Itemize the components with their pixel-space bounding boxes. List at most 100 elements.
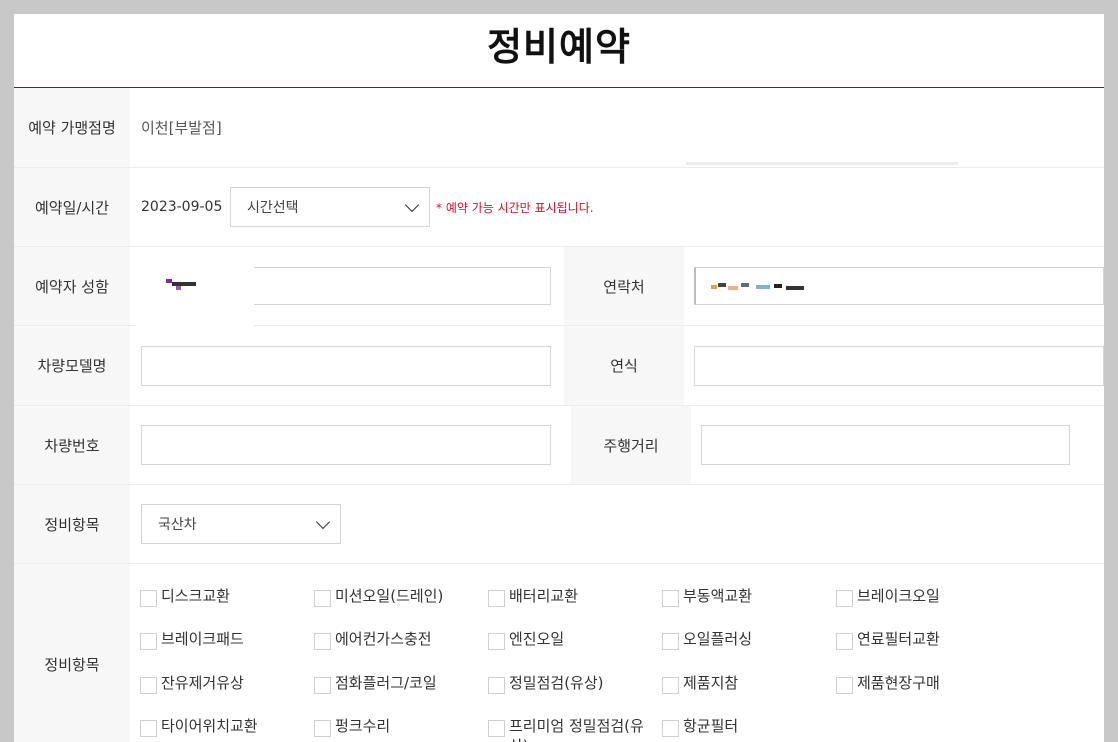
mileage-label: 주행거리 [571,406,691,484]
service-item-label: 배터리교환 [509,587,579,605]
car-number-row: 차량번호 주행거리 [14,406,1104,485]
service-item-label: 제품지참 [683,673,739,692]
checkbox-icon[interactable] [314,590,331,607]
service-type-row: 정비항목 국산차 [14,485,1104,564]
service-item-label: 프리미엄 정밀점검(유상) [509,716,644,742]
service-item-checkbox[interactable]: 제품지참 [662,673,836,702]
blur-pixel [756,285,770,289]
service-item-checkbox[interactable]: 프리미엄 정밀점검(유상) [488,716,662,742]
service-item-label: 정밀점검(유상) [509,673,604,692]
blur-pixel [728,286,738,290]
checkbox-icon[interactable] [140,633,157,651]
blur-pixel [711,285,717,289]
branch-label: 예약 가맹점명 [14,88,130,167]
checkbox-icon[interactable] [836,590,853,607]
checkbox-icon[interactable] [140,590,157,607]
time-select[interactable]: 시간선택 [230,187,430,227]
contact-input[interactable] [694,267,1104,305]
service-item-checkbox[interactable]: 에어컨가스충전 [314,629,488,658]
service-item-checkbox[interactable]: 펑크수리 [314,716,488,742]
service-item-checkbox[interactable]: 제품현장구매 [836,673,1010,702]
car-model-label: 차량모델명 [14,326,130,405]
checkbox-icon[interactable] [488,676,505,694]
service-item-label: 타이어위치교환 [161,716,258,735]
service-item-checkbox[interactable]: 브레이크패드 [140,629,314,658]
year-label: 연식 [564,326,684,405]
checkbox-icon[interactable] [314,719,331,737]
service-item-checkbox[interactable]: 타이어위치교환 [140,716,314,742]
checkbox-icon[interactable] [314,676,331,694]
service-type-label: 정비항목 [14,485,130,563]
name-label: 예약자 성함 [14,247,130,325]
service-item-checkbox[interactable]: 엔진오일 [488,629,662,658]
service-item-label: 오일플러싱 [683,630,753,649]
service-item-label: 잔유제거유상 [161,673,244,692]
blur-pixel [786,286,804,290]
mileage-input[interactable] [701,425,1070,465]
name-mask [136,266,254,326]
service-item-checkbox[interactable]: 항균필터 [662,716,836,742]
service-item-checkbox[interactable]: 배터리교환 [488,586,662,615]
service-item-checkbox[interactable]: 디스크교환 [140,586,314,615]
service-item-checkbox[interactable]: 오일플러싱 [662,629,836,658]
checkbox-icon[interactable] [488,590,505,607]
service-items-label: 정비항목 [14,564,130,742]
car-model-row: 차량모델명 연식 [14,326,1104,406]
reservation-panel: 정비예약 예약 가맹점명 이천[부발점] 예약일/시간 2023-09-05 시… [14,14,1104,742]
blur-pixel [774,284,782,288]
service-item-label: 브레이크오일 [857,587,940,605]
datetime-label: 예약일/시간 [14,168,130,246]
service-item-checkbox[interactable]: 정밀점검(유상) [488,673,662,702]
checkbox-icon[interactable] [488,719,505,737]
checkbox-icon[interactable] [662,676,679,694]
service-item-label: 에어컨가스충전 [335,630,432,649]
checkbox-icon[interactable] [488,633,505,651]
branch-value: 이천[부발점] [141,119,222,137]
page-title: 정비예약 [487,25,631,69]
service-item-checkbox[interactable]: 미션오일(드레인) [314,586,488,615]
service-item-label: 부동액교환 [683,587,753,605]
datetime-row: 예약일/시간 2023-09-05 시간선택 * 예약 가능 시간만 표시됩니다… [14,168,1104,247]
time-select-value: 시간선택 [247,200,299,216]
checkbox-icon[interactable] [140,676,157,694]
checkbox-icon[interactable] [836,676,853,694]
car-model-input[interactable] [141,345,551,386]
service-item-checkbox[interactable]: 브레이크오일 [836,586,1010,615]
car-number-input[interactable] [141,425,551,465]
checkbox-icon[interactable] [662,633,679,651]
name-input[interactable] [136,266,551,326]
service-item-label: 점화플러그/코일 [335,673,437,692]
service-item-checkbox[interactable]: 점화플러그/코일 [314,673,488,702]
service-item-label: 미션오일(드레인) [335,587,444,605]
blur-pixel [718,283,726,287]
reservation-date: 2023-09-05 [141,199,223,215]
time-note: * 예약 가능 시간만 표시됩니다. [436,200,594,215]
name-contact-row: 예약자 성함 연락처 [14,247,1104,326]
service-item-checkbox[interactable]: 잔유제거유상 [140,673,314,702]
chevron-down-icon [315,514,331,529]
checkbox-icon[interactable] [662,719,679,737]
title-bar: 정비예약 [14,14,1104,88]
chevron-down-icon [404,197,420,212]
service-item-label: 제품현장구매 [857,673,940,692]
service-item-label: 펑크수리 [335,716,391,735]
service-item-checkbox[interactable]: 부동액교환 [662,586,836,615]
service-item-label: 연료필터교환 [857,630,940,649]
checkbox-icon[interactable] [314,633,331,651]
blur-pixel [176,286,181,290]
checkbox-icon[interactable] [140,719,157,737]
year-input[interactable] [694,345,1104,386]
contact-label: 연락처 [564,247,684,325]
checkbox-icon[interactable] [836,633,853,651]
service-item-label: 항균필터 [683,716,739,735]
service-item-label: 엔진오일 [509,630,565,649]
service-items-row: 정비항목 디스크교환 미션오일(드레인) 배터리교환 부동액교환 브레이크오일브레이크패… [14,564,1104,742]
service-type-value: 국산차 [158,517,197,533]
service-items-list: 디스크교환 미션오일(드레인) 배터리교환 부동액교환 브레이크오일브레이크패드 에어컨가… [130,564,1010,742]
car-number-label: 차량번호 [14,406,130,484]
service-item-label: 브레이크패드 [161,630,244,649]
service-type-select[interactable]: 국산차 [141,504,341,544]
checkbox-icon[interactable] [662,590,679,607]
blur-pixel [741,283,749,287]
service-item-checkbox[interactable]: 연료필터교환 [836,629,1010,658]
